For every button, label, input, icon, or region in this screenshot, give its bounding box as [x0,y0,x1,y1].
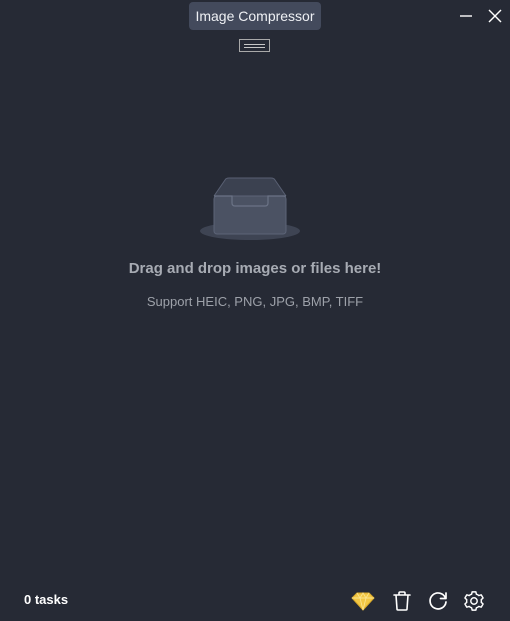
trash-icon [393,591,411,611]
premium-button[interactable] [351,589,375,613]
refresh-icon [429,592,447,610]
window-title-text: Image Compressor [195,8,315,24]
gear-icon [464,591,484,611]
close-icon [488,9,502,23]
close-button[interactable] [484,5,506,27]
task-count: 0 tasks [24,592,69,607]
settings-button[interactable] [462,589,486,613]
drop-zone[interactable] [0,60,510,580]
clear-tasks-button[interactable] [390,589,414,613]
inbox-tray-icon [200,177,300,240]
drop-zone-title: Drag and drop images or files here! [128,260,382,277]
supported-formats-text: Support HEIC, PNG, JPG, BMP, TIFF [146,294,364,309]
drag-handle-icon[interactable] [239,39,270,52]
window-title: Image Compressor [189,2,321,30]
minimize-button[interactable] [455,5,477,27]
diamond-icon [351,592,375,611]
refresh-button[interactable] [426,589,450,613]
minimize-icon [460,15,472,17]
